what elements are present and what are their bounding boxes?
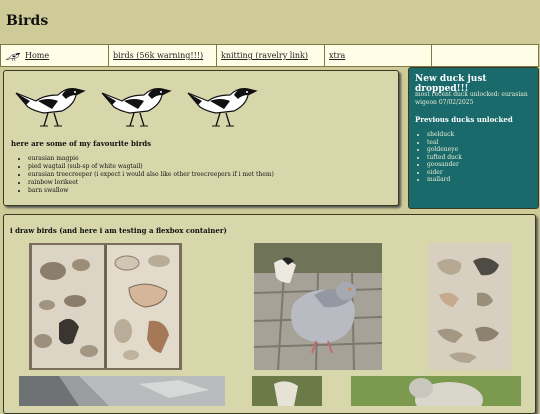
list-item: rainbow lorikeet [28, 179, 274, 187]
wagtail-icon [5, 52, 21, 61]
favourite-birds-heading: here are some of my favourite birds [11, 139, 152, 148]
site-title: Birds [6, 13, 49, 29]
favourite-birds-panel: here are some of my favourite birds eura… [3, 70, 399, 206]
nav-bar: Home birds (56k warning!!!) knitting (ra… [0, 44, 539, 67]
wagtail-illustration-3 [187, 88, 258, 127]
previous-ducks-list: shelduck teal goldeneye tufted duck goos… [421, 131, 462, 184]
nav-item-empty [432, 45, 539, 66]
list-item: goosander [427, 161, 462, 169]
list-item: eurasian treecreeper (i expect i would a… [28, 171, 274, 179]
previous-ducks-heading: Previous ducks unlocked [415, 115, 513, 124]
sketchbook-photo-1[interactable] [29, 243, 182, 370]
nav-item-home[interactable]: Home [0, 45, 109, 66]
list-item: shelduck [427, 131, 462, 139]
list-item: pied wagtail (sub-sp of white wagtail) [28, 163, 274, 171]
bird-photo-small[interactable] [252, 376, 322, 406]
new-duck-panel: New duck just dropped!!! most recent duc… [408, 67, 539, 209]
list-item: eurasian magpie [28, 155, 274, 163]
wagtail-illustration-2 [101, 88, 172, 127]
swan-photo[interactable] [351, 376, 521, 406]
nav-item-knitting[interactable]: knitting (ravelry link) [217, 45, 325, 66]
list-item: goldeneye [427, 146, 462, 154]
favourite-birds-list: eurasian magpie pied wagtail (sub-sp of … [20, 155, 274, 195]
nav-item-birds[interactable]: birds (56k warning!!!) [109, 45, 217, 66]
pigeon-wagtail-photo[interactable] [254, 243, 382, 370]
sketchbook-photo-2[interactable] [429, 243, 511, 370]
nav-item-xtra[interactable]: xtra [325, 45, 432, 66]
list-item: eider [427, 169, 462, 177]
nav-link-birds[interactable]: birds (56k warning!!!) [113, 51, 203, 60]
wagtail-illustration-1 [15, 88, 86, 127]
bird-drawings-heading: i draw birds (and here i am testing a fl… [10, 226, 227, 235]
nav-link-xtra[interactable]: xtra [329, 51, 345, 60]
bird-drawings-panel: i draw birds (and here i am testing a fl… [3, 214, 536, 414]
list-item: tufted duck [427, 154, 462, 162]
list-item: barn swallow [28, 187, 274, 195]
nav-link-knitting[interactable]: knitting (ravelry link) [221, 51, 308, 60]
list-item: mallard [427, 176, 462, 184]
recent-duck-text: most recent duck unlocked: eurasian wige… [415, 91, 528, 106]
nav-link-home[interactable]: Home [25, 51, 49, 60]
cliff-photo[interactable] [19, 376, 225, 406]
list-item: teal [427, 139, 462, 147]
